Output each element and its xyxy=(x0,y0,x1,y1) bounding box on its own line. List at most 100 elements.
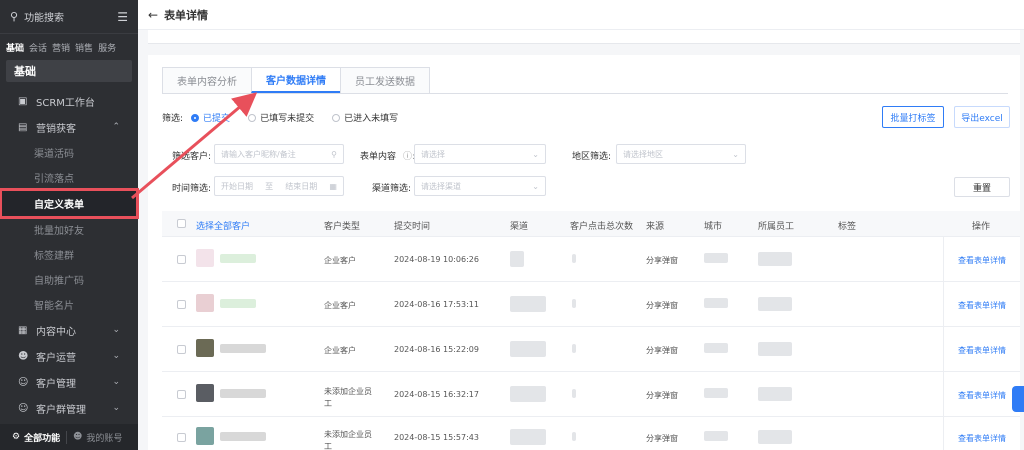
all-functions-button[interactable]: ⚙ 全部功能 xyxy=(0,431,66,444)
tab-staff-data[interactable]: 员工发送数据 xyxy=(340,67,430,93)
sidebar-item-content[interactable]: ▦ 内容中心 ⌄ xyxy=(0,317,138,343)
floating-help-button[interactable]: ​ xyxy=(1012,386,1024,412)
chevron-up-icon: ⌃ xyxy=(112,122,120,132)
cell-source: 分享弹窗 xyxy=(646,391,678,400)
sidebar-sub-custom-form[interactable]: 自定义表单 xyxy=(0,188,139,219)
sidebar-bottom: ⚙ 全部功能 ☻ 我的账号 xyxy=(0,424,138,450)
chevron-down-icon: ⌄ xyxy=(532,181,539,191)
sidebar-sub-landing[interactable]: 引流落点 xyxy=(0,165,138,190)
view-detail-link[interactable]: 查看表单详情 xyxy=(958,390,1006,401)
view-detail-link[interactable]: 查看表单详情 xyxy=(958,255,1006,266)
customer-search-placeholder: 请输入客户昵称/备注 xyxy=(221,149,296,159)
content-filter-label: 表单内容 xyxy=(360,152,397,162)
sidebar-sub-channel-code[interactable]: 渠道活码 xyxy=(0,140,138,165)
cell-staff xyxy=(758,387,792,401)
row-checkbox[interactable] xyxy=(177,300,186,309)
customer-search-input[interactable]: 请输入客户昵称/备注 ⚲ xyxy=(214,144,344,164)
sidebar-tab-sales[interactable]: 销售 xyxy=(75,41,93,54)
radio-icon[interactable] xyxy=(248,113,257,122)
table-header: 选择全部客户 客户类型 提交时间 渠道 客户点击总次数 来源 城市 所属员工 标… xyxy=(162,211,1020,237)
sidebar-item-label: 营销获客 xyxy=(36,123,76,135)
sidebar-tab-chat[interactable]: 会话 xyxy=(29,41,47,54)
cell-type: 未添加企业员工 xyxy=(324,430,372,450)
th-time: 提交时间 xyxy=(394,222,431,232)
cell-channel xyxy=(510,386,546,402)
filter-option-entered[interactable]: 已进入未填写 xyxy=(332,111,398,124)
sidebar-search-text[interactable]: 功能搜索 xyxy=(24,9,111,24)
channel-select[interactable]: 请选择渠道 ⌄ xyxy=(414,176,546,196)
th-tag: 标签 xyxy=(838,222,857,232)
table-row: 企业客户 2024-08-19 10:06:26 分享弹窗 查看表单详情 xyxy=(162,237,1020,282)
sidebar-item-group-mgmt[interactable]: ☺ 客户群管理 ⌄ xyxy=(0,395,138,421)
row-checkbox[interactable] xyxy=(177,345,186,354)
radio-icon[interactable] xyxy=(191,113,200,122)
radio-icon[interactable] xyxy=(332,113,341,122)
content-select[interactable]: 请选择 ⌄ xyxy=(414,144,546,164)
sidebar-item-marketing[interactable]: ▤ 营销获客 ⌃ xyxy=(0,114,138,140)
date-range-picker[interactable]: 开始日期 至 结束日期 ▦ xyxy=(214,176,344,196)
row-checkbox[interactable] xyxy=(177,255,186,264)
user-icon: ☻ xyxy=(73,432,83,442)
table-row: 企业客户 2024-08-16 17:53:11 分享弹窗 查看表单详情 xyxy=(162,282,1020,327)
view-detail-link[interactable]: 查看表单详情 xyxy=(958,345,1006,356)
avatar xyxy=(196,249,214,267)
time-filter-label: 时间筛选: xyxy=(172,184,212,194)
view-detail-link[interactable]: 查看表单详情 xyxy=(958,433,1006,444)
sidebar-tab-service[interactable]: 服务 xyxy=(98,41,116,54)
sidebar-tab-basic[interactable]: 基础 xyxy=(6,41,24,54)
filter-option-filled[interactable]: 已填写未提交 xyxy=(248,111,314,124)
export-button[interactable]: 导出excel xyxy=(954,106,1010,128)
tab-customer-data[interactable]: 客户数据详情 xyxy=(251,67,341,93)
reset-button[interactable]: 重置 xyxy=(954,177,1010,197)
content-icon: ▦ xyxy=(18,324,28,336)
batch-tag-button[interactable]: 批量打标签 xyxy=(882,106,944,128)
tab-form-analysis[interactable]: 表单内容分析 xyxy=(162,67,252,93)
view-detail-link[interactable]: 查看表单详情 xyxy=(958,300,1006,311)
arrow-left-icon[interactable]: ← xyxy=(148,8,158,22)
cell-time: 2024-08-16 17:53:11 xyxy=(394,300,479,309)
sidebar-item-scrm[interactable]: ▣ SCRM工作台 xyxy=(0,88,138,114)
row-checkbox[interactable] xyxy=(177,390,186,399)
cell-city xyxy=(704,431,728,441)
content-select-placeholder: 请选择 xyxy=(421,149,445,159)
search-icon: ⚲ xyxy=(10,10,19,23)
filter-option-label: 已填写未提交 xyxy=(260,114,315,124)
th-channel: 渠道 xyxy=(510,222,529,232)
sidebar-sub-card[interactable]: 智能名片 xyxy=(0,292,138,317)
th-select-all[interactable]: 选择全部客户 xyxy=(196,219,250,232)
region-select-placeholder: 请选择地区 xyxy=(623,149,663,159)
cell-time: 2024-08-19 10:06:26 xyxy=(394,255,479,264)
cell-staff xyxy=(758,252,792,266)
menu-icon[interactable]: ☰ xyxy=(117,10,128,24)
date-start-placeholder: 开始日期 xyxy=(221,181,253,191)
sidebar-item-customer-mgmt[interactable]: ☺ 客户管理 ⌄ xyxy=(0,369,138,395)
select-all-checkbox[interactable] xyxy=(177,219,186,228)
th-staff: 所属员工 xyxy=(758,222,795,232)
cell-staff xyxy=(758,430,792,444)
table-row: 企业客户 2024-08-16 15:22:09 分享弹窗 查看表单详情 xyxy=(162,327,1020,372)
sidebar-item-label: 客户运营 xyxy=(36,352,76,364)
th-city: 城市 xyxy=(704,222,723,232)
table-row: 未添加企业员工 2024-08-15 16:32:17 分享弹窗 查看表单详情 xyxy=(162,372,1020,417)
sidebar-sub-tag-group[interactable]: 标签建群 xyxy=(0,242,138,267)
row-checkbox[interactable] xyxy=(177,433,186,442)
sidebar-sub-batch-add[interactable]: 批量加好友 xyxy=(0,217,138,242)
sidebar-search[interactable]: ⚲ 功能搜索 ☰ xyxy=(0,0,138,34)
cell-time: 2024-08-15 16:32:17 xyxy=(394,390,479,399)
tab-divider xyxy=(162,93,1008,94)
user-account[interactable]: ☻ 我的账号 xyxy=(66,430,122,444)
region-filter-label: 地区筛选: xyxy=(572,152,612,162)
filter-option-label: 已提交 xyxy=(203,114,231,124)
table-row: 未添加企业员工 2024-08-15 15:57:43 分享弹窗 查看表单详情 xyxy=(162,417,1020,450)
all-functions-label: 全部功能 xyxy=(24,433,61,444)
sidebar-tab-marketing[interactable]: 营销 xyxy=(52,41,70,54)
region-select[interactable]: 请选择地区 ⌄ xyxy=(616,144,746,164)
tab-bar: 表单内容分析 客户数据详情 员工发送数据 xyxy=(162,67,430,93)
channel-filter-label: 渠道筛选: xyxy=(372,184,412,194)
customer-table: 选择全部客户 客户类型 提交时间 渠道 客户点击总次数 来源 城市 所属员工 标… xyxy=(162,211,1020,450)
sidebar-sub-promo-code[interactable]: 自助推广码 xyxy=(0,267,138,292)
filter-option-submitted[interactable]: 已提交 xyxy=(191,111,230,124)
sidebar-item-customer-ops[interactable]: ☻ 客户运营 ⌄ xyxy=(0,343,138,369)
channel-select-placeholder: 请选择渠道 xyxy=(421,181,461,191)
cell-city xyxy=(704,388,728,398)
